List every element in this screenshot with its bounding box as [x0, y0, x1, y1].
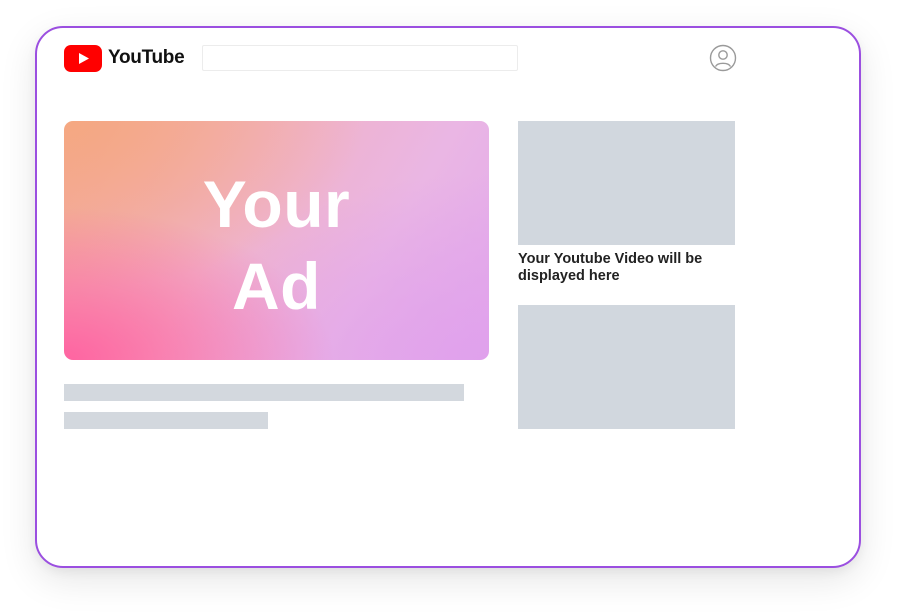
youtube-logo[interactable]: YouTube [64, 44, 185, 72]
search-input[interactable] [202, 45, 518, 71]
suggested-video-thumbnail-1[interactable] [518, 121, 735, 245]
youtube-logo-icon [64, 44, 102, 72]
ad-text-line-2: Ad [232, 249, 321, 323]
video-title-placeholder-1 [64, 384, 464, 401]
account-circle-icon[interactable] [709, 44, 737, 72]
video-title-placeholder-2 [64, 412, 268, 429]
ad-text-line-1: Your [202, 167, 351, 241]
ad-text: Your Ad [64, 163, 489, 327]
suggested-video-thumbnail-2[interactable] [518, 305, 735, 429]
ad-banner[interactable]: Your Ad [64, 121, 489, 360]
logo-text: YouTube [108, 47, 185, 68]
suggested-video-title[interactable]: Your Youtube Video will be displayed her… [518, 251, 748, 285]
